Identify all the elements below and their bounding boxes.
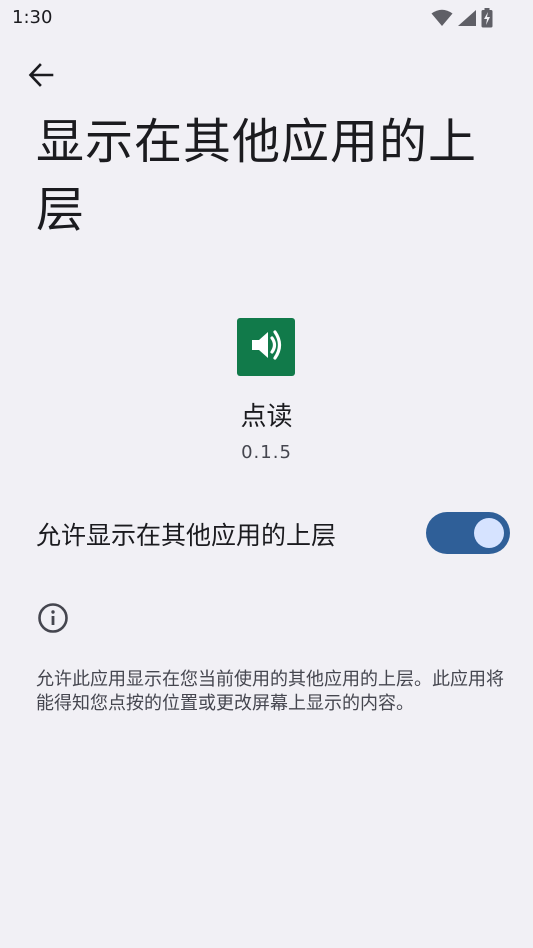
permission-description: 允许此应用显示在您当前使用的其他应用的上层。此应用将能得知您点按的位置或更改屏幕… (36, 669, 504, 714)
permission-toggle-row[interactable]: 允许显示在其他应用的上层 (0, 500, 533, 568)
switch-thumb (474, 518, 504, 548)
arrow-left-icon (27, 61, 55, 93)
app-name: 点读 (240, 402, 293, 432)
status-bar: 1:30 (0, 0, 533, 36)
speaker-icon (246, 325, 286, 369)
page-title: 显示在其他应用的上层 (36, 114, 478, 238)
battery-charging-icon (481, 8, 493, 32)
app-version: 0.1.5 (241, 442, 292, 463)
status-icons (431, 8, 493, 32)
signal-icon (457, 9, 477, 31)
permission-switch[interactable] (426, 512, 510, 554)
info-icon (37, 602, 69, 634)
permission-label: 允许显示在其他应用的上层 (36, 521, 337, 550)
app-icon (237, 318, 295, 376)
back-button[interactable] (20, 56, 62, 98)
wifi-icon (431, 9, 453, 31)
status-time: 1:30 (12, 7, 53, 28)
